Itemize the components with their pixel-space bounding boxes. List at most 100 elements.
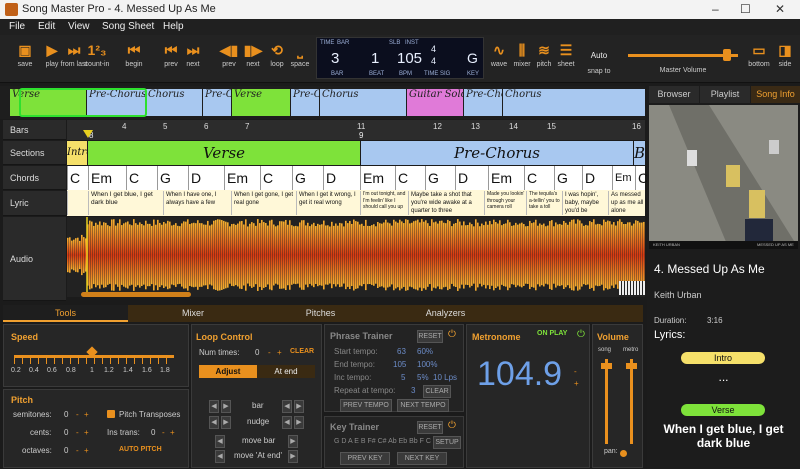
snap-to-select[interactable]: Auto <box>582 51 616 60</box>
semitones-minus[interactable]: - <box>76 410 79 419</box>
lcd-bpm-value[interactable]: 105 <box>397 50 422 67</box>
key-setup-button[interactable]: SETUP <box>433 436 461 449</box>
sheet-view-button[interactable]: ☰ sheet <box>549 39 583 68</box>
overview-section[interactable]: Pre-Chorus <box>291 89 319 116</box>
chord-cell[interactable]: D <box>582 166 612 190</box>
bar-left-right-button[interactable]: ▶ <box>221 400 231 413</box>
repeat-tempo-value[interactable]: 3 <box>411 386 415 395</box>
semitones-plus[interactable]: + <box>84 410 89 419</box>
cents-plus[interactable]: + <box>84 428 89 437</box>
prev-key-button[interactable]: PREV KEY <box>340 452 390 465</box>
pan-knob[interactable] <box>620 450 627 457</box>
video-thumbnail[interactable]: KEITH URBAN MESSED UP AS ME <box>649 105 799 249</box>
nudge-right-left-button[interactable]: ◀ <box>282 416 292 429</box>
octaves-minus[interactable]: - <box>76 446 79 455</box>
metro-volume-slider[interactable] <box>630 359 633 444</box>
move-bar-left-button[interactable]: ◀ <box>215 435 225 448</box>
chord-cell[interactable]: Em <box>88 166 126 190</box>
num-times-value[interactable]: 0 <box>255 348 259 357</box>
octaves-value[interactable]: 0 <box>64 446 68 455</box>
overview-section[interactable]: Chorus <box>503 89 645 116</box>
lyric-cell[interactable]: I was hopin', baby, maybe you'd be <box>562 191 608 215</box>
chord-cell[interactable]: Em <box>488 166 524 190</box>
side-panel-button[interactable]: ◨ side <box>768 39 800 68</box>
bar-right-right-button[interactable]: ▶ <box>294 400 304 413</box>
phrase-power-icon[interactable]: ⏻ <box>448 329 456 340</box>
lcd-key-value[interactable]: G <box>467 50 478 66</box>
num-times-plus[interactable]: + <box>277 348 282 357</box>
ins-trans-plus[interactable]: + <box>170 428 175 437</box>
start-tempo-percent[interactable]: 60% <box>417 347 433 356</box>
prev-tempo-button[interactable]: PREV TEMPO <box>340 399 392 412</box>
song-overview[interactable]: Verse Pre-Chorus Chorus Pre-Chorus Verse… <box>0 86 645 119</box>
key-reset-button[interactable]: RESET <box>417 421 443 434</box>
lcd-time-label[interactable]: TIME <box>320 40 334 46</box>
bar-left-left-button[interactable]: ◀ <box>209 400 219 413</box>
chord-cell[interactable]: D <box>323 166 360 190</box>
phrase-clear-button[interactable]: CLEAR <box>423 385 451 398</box>
cents-value[interactable]: 0 <box>64 428 68 437</box>
chord-cell[interactable]: C <box>524 166 554 190</box>
num-times-minus[interactable]: - <box>268 348 271 357</box>
chord-cell[interactable]: G <box>157 166 188 190</box>
playhead-marker[interactable] <box>83 130 93 138</box>
nudge-left-left-button[interactable]: ◀ <box>209 416 219 429</box>
chord-cell[interactable]: Em <box>612 166 635 190</box>
chord-cell[interactable]: C <box>67 166 88 190</box>
bar-right-left-button[interactable]: ◀ <box>282 400 292 413</box>
key-list[interactable]: G D A E B F# C# Ab Eb Bb F C <box>334 438 431 445</box>
chord-cell[interactable]: G <box>554 166 582 190</box>
nudge-right-right-button[interactable]: ▶ <box>294 416 304 429</box>
audio-waveform[interactable] <box>67 217 645 297</box>
horizontal-scrollbar[interactable] <box>81 292 191 297</box>
menu-file[interactable]: File <box>9 21 25 32</box>
overview-section[interactable]: Guitar Solo <box>407 89 463 116</box>
chord-cell[interactable]: Em <box>224 166 260 190</box>
chord-cell[interactable]: C <box>395 166 425 190</box>
inc-tempo-value[interactable]: 5 <box>401 373 405 382</box>
maximize-button[interactable]: ☐ <box>740 2 751 16</box>
space-button[interactable]: ⎵ space <box>283 39 317 68</box>
loop-adjust-tab[interactable]: Adjust <box>199 365 257 378</box>
lyric-cell[interactable]: Maybe take a shot that you're wide awake… <box>408 191 484 215</box>
semitones-value[interactable]: 0 <box>64 410 68 419</box>
lcd-timesig-top[interactable]: 4 <box>431 44 436 54</box>
menu-help[interactable]: Help <box>163 21 184 32</box>
song-volume-slider[interactable] <box>605 359 608 444</box>
metronome-on-play[interactable]: ON PLAY <box>537 330 567 337</box>
metronome-minus[interactable]: - <box>574 367 577 376</box>
section-intro[interactable]: Intro <box>67 141 87 165</box>
section-verse[interactable]: Verse <box>88 141 360 165</box>
ins-trans-value[interactable]: 0 <box>151 428 155 437</box>
chord-cell[interactable]: C <box>635 166 648 190</box>
move-bar-right-button[interactable]: ▶ <box>288 435 298 448</box>
next-key-button[interactable]: NEXT KEY <box>397 452 447 465</box>
cents-minus[interactable]: - <box>76 428 79 437</box>
next-tempo-button[interactable]: NEXT TEMPO <box>397 399 449 412</box>
lyric-cell[interactable]: The tequila's a-tellin' you to take a to… <box>526 191 562 215</box>
tab-song-info[interactable]: Song Info <box>751 86 800 103</box>
lcd-slb-label[interactable]: SLB <box>389 40 400 46</box>
tab-analyzers[interactable]: Analyzers <box>383 305 508 322</box>
tab-playlist[interactable]: Playlist <box>700 86 750 103</box>
move-at-end-right-button[interactable]: ▶ <box>288 450 298 463</box>
loop-at-end-tab[interactable]: At end <box>257 365 315 378</box>
lcd-inst-label[interactable]: INST <box>405 40 419 46</box>
chord-cell[interactable]: C <box>260 166 292 190</box>
metronome-plus[interactable]: + <box>574 379 579 388</box>
chord-cell[interactable]: Em <box>360 166 395 190</box>
overview-section[interactable]: Verse <box>232 89 290 116</box>
end-tempo-percent[interactable]: 100% <box>417 360 437 369</box>
overview-section[interactable]: Pre-Chorus <box>203 89 231 116</box>
lyric-cell[interactable]: I'm out tonight, and I'm feelin' like I … <box>360 191 408 215</box>
overview-viewport[interactable] <box>19 88 147 117</box>
lyric-cell[interactable]: When I have one, I always have a few <box>163 191 227 215</box>
key-power-icon[interactable]: ⏻ <box>448 420 456 431</box>
overview-section[interactable]: Pre-Chorus <box>464 89 502 116</box>
tab-pitches[interactable]: Pitches <box>258 305 383 322</box>
chord-cell[interactable]: C <box>126 166 157 190</box>
chord-cell[interactable]: D <box>455 166 488 190</box>
lcd-timesig-bottom[interactable]: 4 <box>431 56 436 66</box>
section-next[interactable]: B <box>634 141 645 165</box>
pitch-transposes-checkbox[interactable] <box>107 410 115 418</box>
